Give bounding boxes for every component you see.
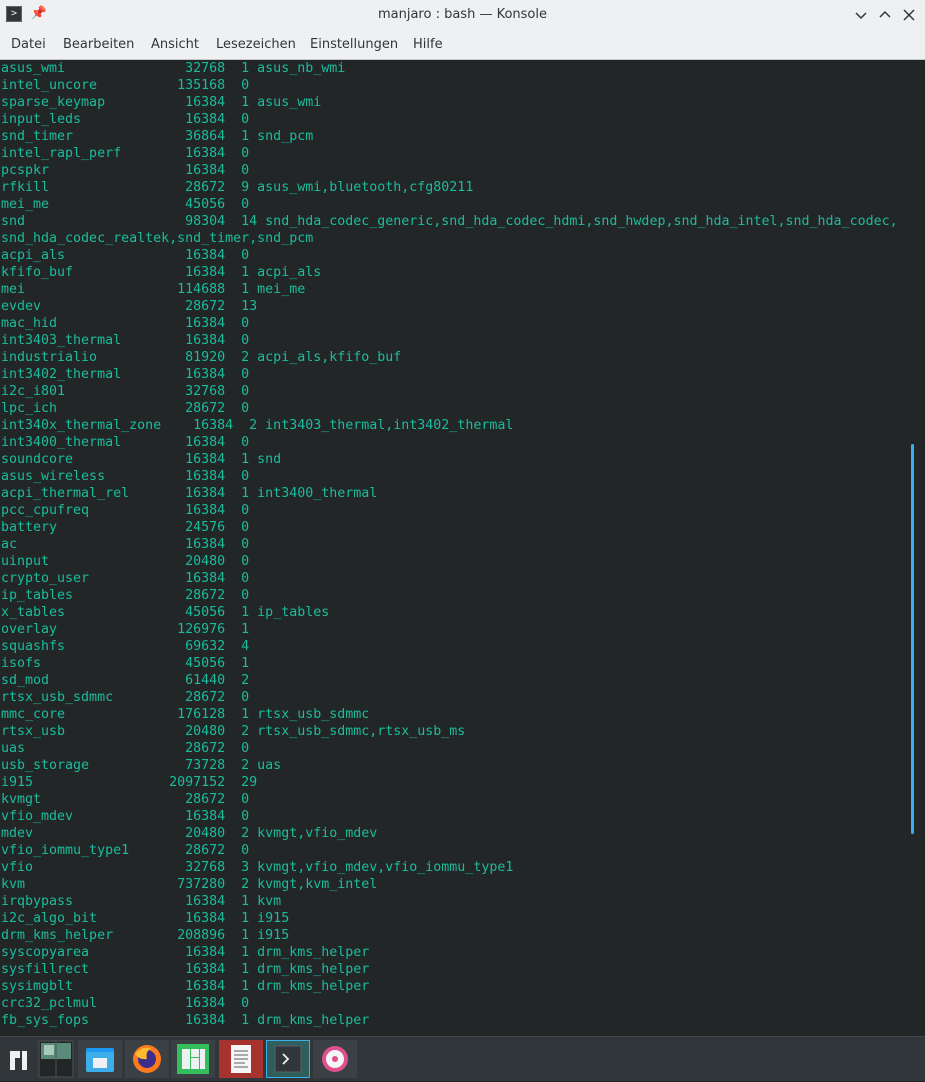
terminal-line: x_tables 45056 1 ip_tables <box>1 605 330 620</box>
application-launcher-icon[interactable] <box>2 1040 36 1078</box>
terminal-line: int340x_thermal_zone 16384 2 int3403_the… <box>1 418 514 433</box>
terminal-line: battery 24576 0 <box>1 520 250 535</box>
media-player-icon[interactable] <box>313 1040 357 1078</box>
close-button[interactable] <box>899 5 919 25</box>
terminal-line: mmc_core 176128 1 rtsx_usb_sdmmc <box>1 707 370 722</box>
terminal-line: ac 16384 0 <box>1 537 250 552</box>
terminal-line: snd 98304 14 snd_hda_codec_generic,snd_h… <box>1 214 898 229</box>
terminal-line: rtsx_usb 20480 2 rtsx_usb_sdmmc,rtsx_usb… <box>1 724 466 739</box>
terminal-line: mdev 20480 2 kvmgt,vfio_mdev <box>1 826 378 841</box>
terminal-line: vfio_mdev 16384 0 <box>1 809 250 824</box>
terminal-line: int3402_thermal 16384 0 <box>1 367 250 382</box>
terminal-line: intel_rapl_perf 16384 0 <box>1 146 250 161</box>
manjaro-logo-icon <box>10 1051 27 1070</box>
terminal-line: sparse_keymap 16384 1 asus_wmi <box>1 95 322 110</box>
taskbar <box>0 1036 925 1081</box>
menu-bearbeiten[interactable]: Bearbeiten <box>63 30 134 59</box>
terminal-line: crypto_user 16384 0 <box>1 571 250 586</box>
terminal-line: int3403_thermal 16384 0 <box>1 333 250 348</box>
text-editor-icon[interactable] <box>219 1040 263 1078</box>
terminal-line: mei 114688 1 mei_me <box>1 282 306 297</box>
close-icon <box>903 9 915 21</box>
terminal-line: kvm 737280 2 kvmgt,kvm_intel <box>1 877 378 892</box>
window-title: manjaro : bash — Konsole <box>377 7 547 22</box>
terminal-line: snd_timer 36864 1 snd_pcm <box>1 129 314 144</box>
disc-icon <box>322 1046 348 1072</box>
terminal-line: pcc_cpufreq 16384 0 <box>1 503 250 518</box>
terminal-line: rtsx_usb_sdmmc 28672 0 <box>1 690 250 705</box>
terminal-line: input_leds 16384 0 <box>1 112 250 127</box>
document-icon <box>231 1045 251 1073</box>
firefox-icon[interactable] <box>125 1040 169 1078</box>
terminal-line: asus_wireless 16384 0 <box>1 469 250 484</box>
terminal-line: vfio 32768 3 kvmgt,vfio_mdev,vfio_iommu_… <box>1 860 514 875</box>
terminal-line: syscopyarea 16384 1 drm_kms_helper <box>1 945 370 960</box>
konsole-icon[interactable] <box>266 1040 310 1078</box>
terminal-line: pcspkr 16384 0 <box>1 163 250 178</box>
terminal-line: crc32_pclmul 16384 0 <box>1 996 250 1011</box>
menu-hilfe[interactable]: Hilfe <box>413 30 443 59</box>
terminal-line: lpc_ich 28672 0 <box>1 401 250 416</box>
maximize-button[interactable] <box>875 5 895 25</box>
menu-lesezeichen[interactable]: Lesezeichen <box>216 30 296 59</box>
terminal-line: rfkill 28672 9 asus_wmi,bluetooth,cfg802… <box>1 180 474 195</box>
terminal-line: kfifo_buf 16384 1 acpi_als <box>1 265 322 280</box>
pager-icon[interactable] <box>38 1040 74 1078</box>
terminal-line: usb_storage 73728 2 uas <box>1 758 282 773</box>
title-bar[interactable]: > 📌 manjaro : bash — Konsole <box>0 0 925 31</box>
terminal-line: acpi_als 16384 0 <box>1 248 250 263</box>
terminal-line: acpi_thermal_rel 16384 1 int3400_thermal <box>1 486 378 501</box>
terminal-line: vfio_iommu_type1 28672 0 <box>1 843 250 858</box>
terminal-line: i2c_i801 32768 0 <box>1 384 250 399</box>
terminal-line: ip_tables 28672 0 <box>1 588 250 603</box>
folder-icon <box>86 1048 114 1072</box>
menu-ansicht[interactable]: Ansicht <box>151 30 199 59</box>
terminal-line: asus_wmi 32768 1 asus_nb_wmi <box>1 61 346 76</box>
manjaro-icon <box>177 1044 209 1074</box>
manjaro-settings-icon[interactable] <box>171 1040 215 1078</box>
file-manager-icon[interactable] <box>78 1040 122 1078</box>
terminal-icon <box>274 1045 302 1073</box>
terminal-line: mei_me 45056 0 <box>1 197 250 212</box>
terminal-line: soundcore 16384 1 snd <box>1 452 282 467</box>
minimize-button[interactable] <box>851 5 871 25</box>
scrollbar-thumb[interactable] <box>911 444 914 834</box>
terminal-line: int3400_thermal 16384 0 <box>1 435 250 450</box>
terminal-line: industrialio 81920 2 acpi_als,kfifo_buf <box>1 350 402 365</box>
terminal-line: i915 2097152 29 <box>1 775 258 790</box>
terminal-line: uinput 20480 0 <box>1 554 250 569</box>
menu-einstellungen[interactable]: Einstellungen <box>310 30 398 59</box>
terminal-line: drm_kms_helper 208896 1 i915 <box>1 928 290 943</box>
terminal-line: irqbypass 16384 1 kvm <box>1 894 282 909</box>
terminal-line: sysfillrect 16384 1 drm_kms_helper <box>1 962 370 977</box>
terminal-text: asus_wmi 32768 1 asus_nb_wmi intel_uncore… <box>1 60 906 1029</box>
chevron-down-icon <box>855 12 867 20</box>
terminal-line: evdev 28672 13 <box>1 299 258 314</box>
terminal-line: isofs 45056 1 <box>1 656 250 671</box>
terminal-line: sd_mod 61440 2 <box>1 673 250 688</box>
terminal-line: sysimgblt 16384 1 drm_kms_helper <box>1 979 370 994</box>
chevron-up-icon <box>879 10 891 18</box>
terminal-line: fb_sys_fops 16384 1 drm_kms_helper <box>1 1013 370 1028</box>
terminal-line: i2c_algo_bit 16384 1 i915 <box>1 911 290 926</box>
terminal-line: mac_hid 16384 0 <box>1 316 250 331</box>
terminal-line: overlay 126976 1 <box>1 622 250 637</box>
terminal-line: squashfs 69632 4 <box>1 639 250 654</box>
menu-datei[interactable]: Datei <box>11 30 46 59</box>
virtual-desktop-icon <box>38 1040 74 1078</box>
terminal-output[interactable]: asus_wmi 32768 1 asus_nb_wmi intel_uncore… <box>0 60 925 1036</box>
terminal-line: kvmgt 28672 0 <box>1 792 250 807</box>
terminal-line: intel_uncore 135168 0 <box>1 78 250 93</box>
terminal-line: uas 28672 0 <box>1 741 250 756</box>
firefox-logo-icon <box>133 1045 161 1073</box>
terminal-line: snd_hda_codec_realtek,snd_timer,snd_pcm <box>1 231 314 246</box>
menu-bar: Datei Bearbeiten Ansicht Lesezeichen Ein… <box>0 30 925 60</box>
